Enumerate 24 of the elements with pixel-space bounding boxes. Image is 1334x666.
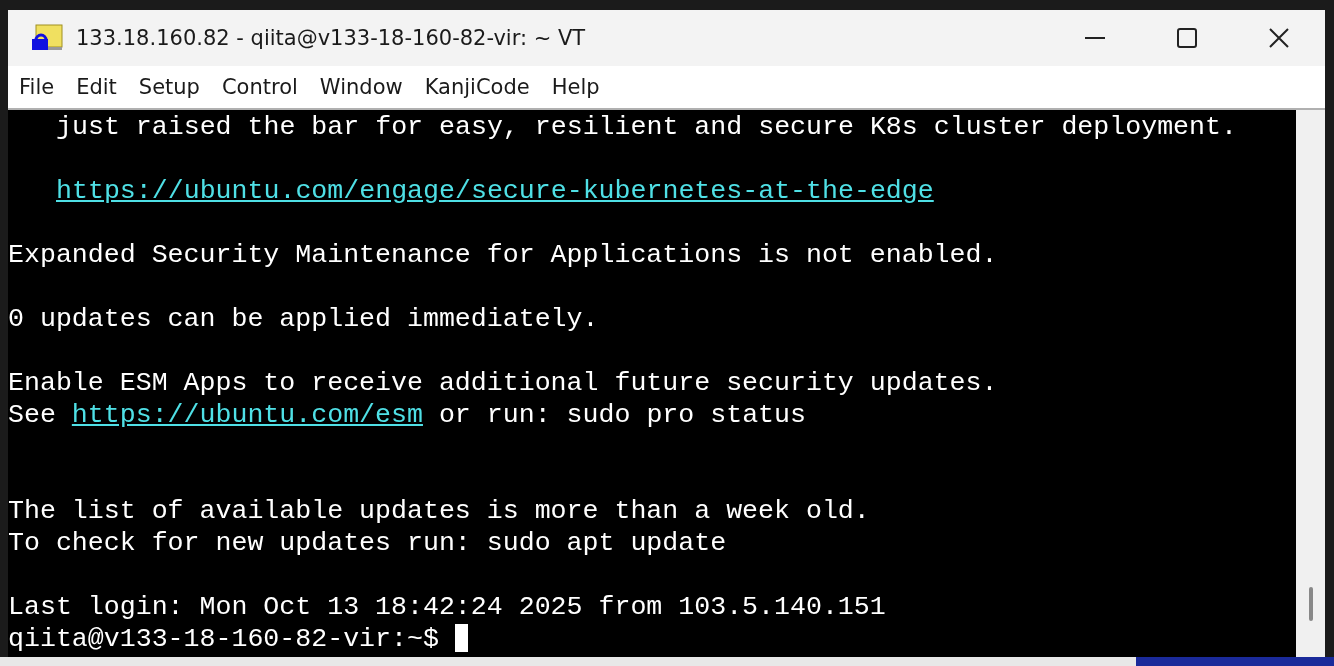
close-icon [1268, 27, 1290, 49]
menu-item[interactable]: Help [544, 75, 607, 99]
terminal-line: Enable ESM Apps to receive additional future security updates. [8, 368, 998, 398]
menu-item[interactable]: Edit [69, 75, 124, 99]
terminal-link[interactable]: https://ubuntu.com/engage/secure-kubernetes-at-the-edge [56, 176, 934, 206]
menu-item[interactable]: File [12, 75, 62, 99]
terminal-line: 0 updates can be applied immediately. [8, 304, 599, 334]
app-icon [30, 23, 64, 53]
terminal-line: Expanded Security Maintenance for Applications is not enabled. [8, 240, 998, 270]
shell-prompt: qiita@v133-18-160-82-vir:~$ [8, 624, 440, 654]
terminal-line: To check for new updates run: sudo apt update [8, 528, 727, 558]
scrollbar-thumb[interactable] [1308, 587, 1313, 621]
maximize-icon [1176, 27, 1198, 49]
terminal-line: just raised the bar for easy, resilient and secure K8s cluster deployment. [56, 112, 1237, 142]
terminal-line: See https://ubuntu.com/esm or run: sudo pro status [8, 400, 806, 430]
menu-item[interactable]: Setup [131, 75, 207, 99]
menu-item[interactable]: KanjiCode [417, 75, 537, 99]
terminal-link[interactable]: https://ubuntu.com/esm [71, 400, 423, 430]
window-title: 133.18.160.82 - qiita@v133-18-160-82-vir: ~ VT [76, 26, 586, 50]
terminal-line: Last login: Mon Oct 13 18:42:24 2025 from 103.5.140.151 [8, 592, 886, 622]
menu-item[interactable]: Window [312, 75, 410, 99]
terminal-line: The list of available updates is more than a week old. [8, 496, 870, 526]
minimize-icon [1085, 37, 1105, 39]
menu-item[interactable]: Control [214, 75, 305, 99]
